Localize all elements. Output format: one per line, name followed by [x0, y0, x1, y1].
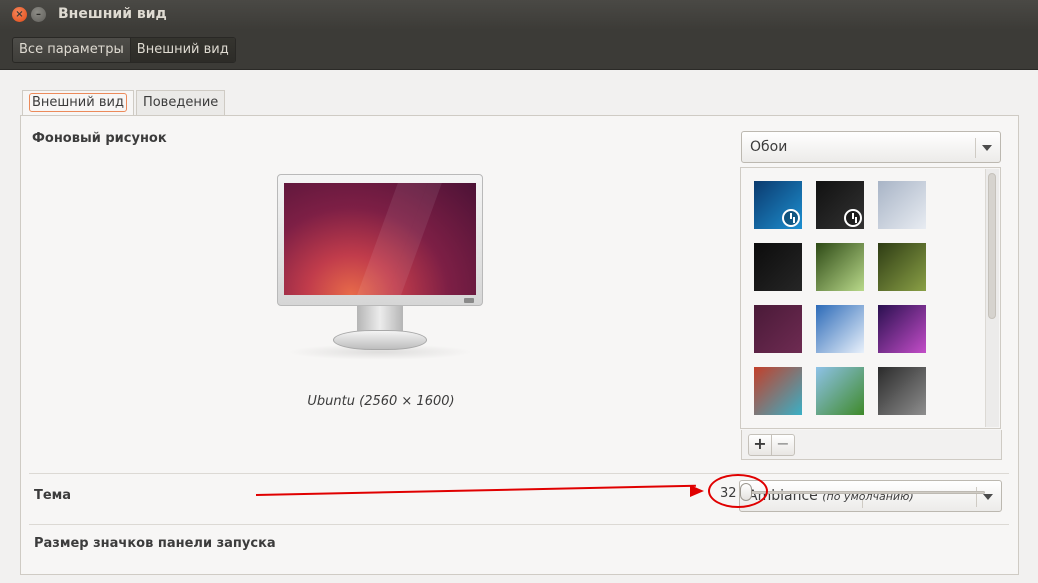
wallpaper-grid-toolbar: + − — [741, 430, 1002, 460]
tab-appearance-label: Внешний вид — [29, 93, 127, 112]
combo-separator — [976, 487, 977, 507]
breadcrumb-appearance[interactable]: Внешний вид — [129, 38, 235, 62]
breadcrumb: Все параметры Внешний вид — [12, 37, 236, 63]
wallpaper-thumbnail-dark-room[interactable] — [754, 243, 802, 291]
wallpaper-thumbnail-colorful-stripes[interactable] — [754, 367, 802, 415]
toolbar: Все параметры Внешний вид — [0, 30, 1038, 70]
wallpaper-thumbnail-mountains[interactable] — [816, 305, 864, 353]
slider-tick-mark — [862, 500, 863, 508]
chevron-down-icon — [983, 494, 993, 500]
section-divider — [29, 473, 1009, 474]
scrollbar-thumb[interactable] — [988, 173, 996, 319]
breadcrumb-all-settings[interactable]: Все параметры — [13, 38, 130, 62]
appearance-panel: Фоновый рисунок Ubuntu (2560 × 1600) Обо… — [20, 115, 1019, 575]
wallpaper-thumbnail-green-leaf[interactable] — [816, 243, 864, 291]
tab-behavior[interactable]: Поведение — [135, 90, 226, 115]
content-area: Внешний вид Поведение Фоновый рисунок Ub… — [0, 70, 1038, 583]
theme-section-label: Тема — [34, 488, 72, 503]
add-wallpaper-button[interactable]: + — [748, 434, 772, 456]
combo-separator — [975, 138, 976, 158]
tab-bar: Внешний вид Поведение — [22, 90, 226, 115]
close-window-button[interactable]: × — [12, 7, 27, 22]
wallpaper-source-combo[interactable]: Обои — [741, 131, 1001, 163]
wallpaper-thumbnail-dark-timed[interactable] — [816, 181, 864, 229]
wallpaper-thumbnail-dark-figure[interactable] — [878, 367, 926, 415]
monitor-base — [333, 330, 427, 350]
wallpaper-caption: Ubuntu (2560 × 1600) — [307, 394, 455, 409]
wallpaper-grid — [741, 168, 986, 428]
minimize-icon: – — [36, 8, 41, 20]
minimize-window-button[interactable]: – — [31, 7, 46, 22]
wallpaper-thumbnail-water-drop[interactable] — [878, 181, 926, 229]
tab-appearance[interactable]: Внешний вид — [22, 90, 134, 115]
window-title: Внешний вид — [58, 6, 167, 22]
theme-combo[interactable]: Ambiance (по умолчанию) — [739, 480, 1002, 512]
background-section-label: Фоновый рисунок — [32, 131, 167, 146]
wallpaper-thumbnail-purple-moon[interactable] — [754, 305, 802, 353]
wallpaper-preview — [277, 174, 483, 360]
title-bar: × – Внешний вид — [0, 0, 1038, 30]
wallpaper-source-value: Обои — [750, 139, 788, 155]
clock-icon — [782, 209, 800, 227]
wallpaper-thumbnail-green-grass[interactable] — [878, 243, 926, 291]
annotation-circle — [708, 474, 768, 508]
wallpaper-thumbnail-tree[interactable] — [816, 367, 864, 415]
launcher-size-slider-track[interactable] — [745, 491, 985, 494]
annotation-arrow-head — [690, 485, 704, 497]
launcher-size-label: Размер значков панели запуска — [34, 536, 276, 551]
monitor-bezel — [277, 174, 483, 306]
chevron-down-icon — [982, 145, 992, 151]
tab-behavior-label: Поведение — [142, 95, 219, 110]
wallpaper-grid-scrollbar[interactable] — [985, 169, 999, 427]
wallpaper-thumbnail-purple-sunset[interactable] — [878, 305, 926, 353]
monitor-power-icon — [464, 298, 474, 303]
section-divider — [29, 524, 1009, 525]
clock-icon — [844, 209, 862, 227]
remove-wallpaper-button[interactable]: − — [771, 434, 795, 456]
close-icon: × — [15, 8, 24, 20]
wallpaper-preview-image — [284, 183, 476, 295]
wallpaper-grid-container: + − — [740, 167, 1002, 460]
wallpaper-thumbnail-blue-timed[interactable] — [754, 181, 802, 229]
